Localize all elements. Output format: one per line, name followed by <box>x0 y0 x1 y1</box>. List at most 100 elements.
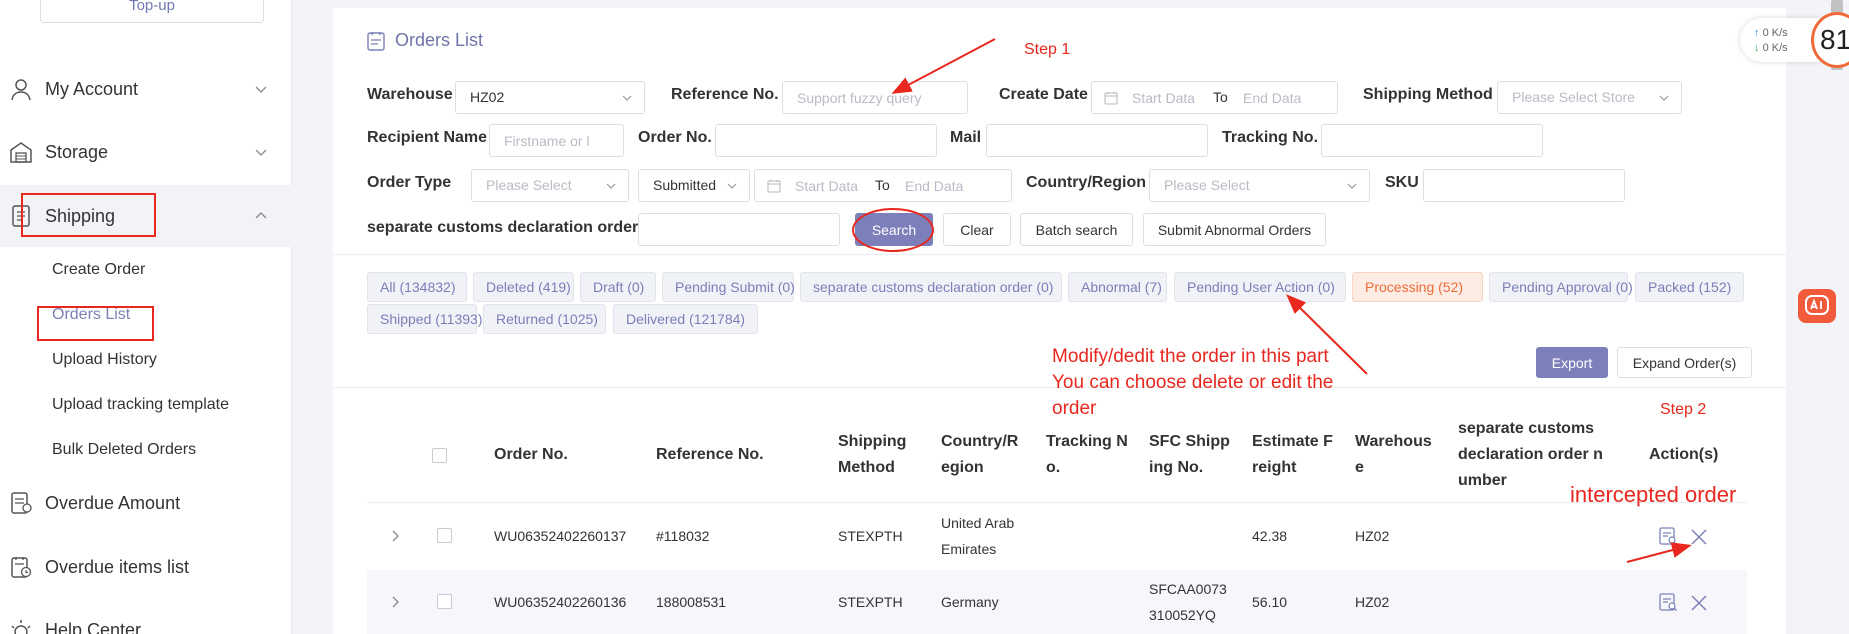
export-button[interactable]: Export <box>1536 347 1608 378</box>
page-title: Orders List <box>367 30 483 51</box>
sidebar-item-label: Storage <box>45 141 109 162</box>
mail-input[interactable] <box>986 124 1208 157</box>
filter-divider <box>333 254 1786 255</box>
header-shipping-method: Shipping Method <box>838 433 907 476</box>
order-no-input[interactable] <box>715 124 937 157</box>
storage-icon <box>10 142 32 163</box>
tracking-no-input[interactable] <box>1321 124 1543 157</box>
sidebar-sub-create-order[interactable]: Create Order <box>52 261 145 279</box>
chevron-up-icon <box>255 212 267 219</box>
submit-abnormal-orders-button[interactable]: Submit Abnormal Orders <box>1143 213 1326 246</box>
top-up-button[interactable]: Top-up <box>40 0 264 23</box>
header-country-region: Country/R egion <box>941 433 1019 476</box>
header-actions: Action(s) <box>1649 446 1719 463</box>
annotation-box-shipping <box>21 193 156 237</box>
tab-delivered[interactable]: Delivered (121784) <box>613 304 758 334</box>
cell-warehouse: HZ02 <box>1355 594 1390 610</box>
sidebar-sub-bulk-deleted-orders[interactable]: Bulk Deleted Orders <box>52 441 196 459</box>
select-all-checkbox[interactable] <box>432 448 447 463</box>
annotation-circle-search <box>852 208 934 252</box>
cell-order-no[interactable]: WU06352402260136 <box>494 589 626 615</box>
order-date-range[interactable]: Start Data To End Data <box>754 169 1012 202</box>
sidebar-sub-upload-tracking-template[interactable]: Upload tracking template <box>52 396 229 414</box>
cell-country: United Arab Emirates <box>941 515 1015 557</box>
tab-abnormal[interactable]: Abnormal (7) <box>1068 272 1167 302</box>
create-date-end[interactable]: End Data <box>1243 90 1301 106</box>
header-order-no: Order No. <box>494 446 568 463</box>
tab-shipped[interactable]: Shipped (11393) <box>367 304 482 334</box>
tab-pending-submit[interactable]: Pending Submit (0) <box>662 272 795 302</box>
order-date-start[interactable]: Start Data <box>795 178 858 194</box>
header-estimate-freight: Estimate Freight <box>1252 433 1333 476</box>
header-reference-no: Reference No. <box>656 446 764 463</box>
tab-returned[interactable]: Returned (1025) <box>483 304 606 334</box>
page-title-text: Orders List <box>395 30 484 50</box>
tab-packed[interactable]: Packed (152) <box>1635 272 1744 302</box>
sidebar-item-label: Overdue Amount <box>45 492 181 513</box>
tab-pending-user-action[interactable]: Pending User Action (0) <box>1174 272 1346 302</box>
orders-list-card: Orders List Warehouse HZ02 Reference No.… <box>333 8 1786 634</box>
cell-sfc-shipping-no: SFCAA0073 310052YQ <box>1149 581 1227 623</box>
edit-order-icon[interactable] <box>1658 526 1678 546</box>
recipient-name-input[interactable] <box>489 124 624 157</box>
expand-row-icon[interactable] <box>389 596 401 608</box>
tab-all[interactable]: All (134832) <box>367 272 467 302</box>
network-speed-widget: ↑ 0 K/s ↓ 0 K/s <box>1740 18 1820 62</box>
row-checkbox[interactable] <box>437 528 452 543</box>
separate-customs-label: separate customs declaration order <box>367 219 639 236</box>
tab-pending-approval[interactable]: Pending Approval (0) <box>1489 272 1633 302</box>
order-date-end[interactable]: End Data <box>905 178 963 194</box>
country-region-label: Country/Region <box>1026 174 1146 191</box>
warehouse-label: Warehouse <box>367 86 453 103</box>
country-region-select[interactable]: Please Select <box>1149 169 1370 202</box>
overdue-list-icon <box>11 557 32 578</box>
status-select[interactable]: Submitted <box>638 169 750 202</box>
warehouse-select[interactable]: HZ02 <box>455 81 645 114</box>
expand-row-icon[interactable] <box>389 530 401 542</box>
expand-orders-button[interactable]: Expand Order(s) <box>1617 347 1752 378</box>
tab-deleted[interactable]: Deleted (419) <box>473 272 574 302</box>
separate-customs-input[interactable] <box>638 213 840 246</box>
cell-shipping-method: STEXPTH <box>838 528 903 544</box>
order-type-placeholder: Please Select <box>486 177 572 193</box>
cell-warehouse: HZ02 <box>1355 528 1390 544</box>
tab-processing[interactable]: Processing (52) <box>1352 272 1483 302</box>
delete-order-icon[interactable] <box>1690 594 1708 612</box>
chevron-down-icon <box>1347 183 1357 189</box>
sidebar-item-storage[interactable]: Storage <box>0 121 292 183</box>
create-date-range[interactable]: Start Data To End Data <box>1091 81 1338 114</box>
chevron-down-icon <box>727 183 737 189</box>
reference-no-input[interactable] <box>782 81 968 114</box>
create-date-label: Create Date <box>999 86 1088 103</box>
annotation-step1: Step 1 <box>1024 41 1071 58</box>
header-warehouse: Warehous e <box>1355 433 1432 476</box>
sidebar-item-overdue-amount[interactable]: Overdue Amount <box>0 472 292 534</box>
sidebar-sub-upload-history[interactable]: Upload History <box>52 351 157 369</box>
sidebar-item-help-center[interactable]: Help Center <box>0 599 292 634</box>
tab-draft[interactable]: Draft (0) <box>580 272 656 302</box>
shipping-method-label: Shipping Method <box>1363 86 1493 103</box>
sku-label: SKU <box>1385 174 1419 191</box>
batch-search-button[interactable]: Batch search <box>1020 213 1133 246</box>
cell-order-no[interactable]: WU06352402260137 <box>494 523 626 549</box>
cell-shipping-method: STEXPTH <box>838 594 903 610</box>
row-checkbox[interactable] <box>437 594 452 609</box>
tab-separate-customs-declaration-order[interactable]: separate customs declaration order (0) <box>800 272 1062 302</box>
create-date-start[interactable]: Start Data <box>1132 90 1195 106</box>
clear-button[interactable]: Clear <box>943 213 1011 246</box>
delete-order-icon[interactable] <box>1690 528 1708 546</box>
sidebar-item-my-account[interactable]: My Account <box>0 58 292 120</box>
overdue-amount-icon <box>11 492 32 514</box>
order-no-label: Order No. <box>638 129 712 146</box>
cell-freight: 56.10 <box>1252 594 1288 610</box>
chevron-down-icon <box>622 95 632 101</box>
cell-reference-no: 188008531 <box>656 594 727 610</box>
sidebar-item-overdue-items-list[interactable]: Overdue items list <box>0 536 292 598</box>
order-type-select[interactable]: Please Select <box>471 169 629 202</box>
order-type-label: Order Type <box>367 174 452 191</box>
shipping-method-select[interactable]: Please Select Store <box>1497 81 1682 114</box>
ai-assistant-button[interactable] <box>1798 289 1836 323</box>
sku-input[interactable] <box>1423 169 1625 202</box>
edit-order-icon[interactable] <box>1658 592 1678 612</box>
mail-label: Mail <box>950 129 982 146</box>
